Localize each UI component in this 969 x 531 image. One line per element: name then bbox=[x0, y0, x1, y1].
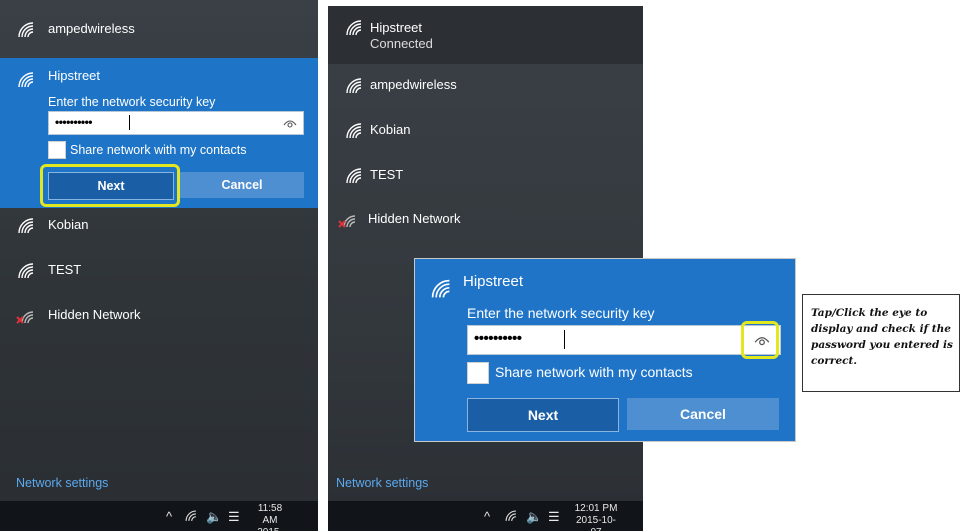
taskbar: ^ 🔈 ☰ 11:58 AM 2015-10-07 bbox=[0, 501, 318, 531]
wifi-icon bbox=[346, 78, 362, 94]
network-item-test[interactable]: TEST bbox=[328, 154, 643, 198]
network-tray-icon[interactable] bbox=[184, 509, 198, 523]
share-checkbox[interactable] bbox=[467, 362, 489, 384]
network-item-kobian[interactable]: Kobian bbox=[328, 109, 643, 153]
volume-icon[interactable]: 🔈 bbox=[526, 509, 542, 525]
taskbar: ^ 🔈 ☰ 12:01 PM 2015-10-07 bbox=[328, 501, 643, 531]
network-tray-icon[interactable] bbox=[504, 509, 518, 523]
chevron-up-icon[interactable]: ^ bbox=[166, 509, 172, 524]
network-name: Hidden Network bbox=[368, 211, 461, 226]
wifi-icon bbox=[18, 263, 34, 279]
clock-date: 2015-10-07 bbox=[575, 515, 617, 531]
network-item-hidden[interactable]: Hidden Network bbox=[0, 294, 318, 338]
action-center-icon[interactable]: ☰ bbox=[228, 509, 240, 525]
security-key-input[interactable]: •••••••••• bbox=[48, 111, 304, 135]
wifi-icon bbox=[18, 72, 34, 88]
next-button-highlight bbox=[40, 164, 180, 207]
network-name: Hipstreet bbox=[48, 68, 101, 83]
clock[interactable]: 12:01 PM 2015-10-07 bbox=[572, 503, 620, 531]
network-name: ampedwireless bbox=[48, 21, 135, 36]
wifi-icon bbox=[18, 218, 34, 234]
security-key-input[interactable]: •••••••••• bbox=[467, 325, 781, 355]
network-name: TEST bbox=[370, 167, 404, 182]
network-name: Hipstreet bbox=[463, 273, 524, 290]
network-name: Kobian bbox=[48, 217, 89, 232]
security-key-prompt: Enter the network security key bbox=[467, 305, 655, 321]
network-name: Kobian bbox=[370, 122, 411, 137]
password-mask: •••••••••• bbox=[55, 115, 93, 129]
instruction-note-text: Tap/Click the eye to display and check i… bbox=[811, 307, 953, 367]
share-checkbox[interactable] bbox=[48, 141, 66, 159]
security-key-zoom-callout: Hipstreet Enter the network security key… bbox=[414, 258, 796, 442]
password-mask: •••••••••• bbox=[474, 330, 522, 347]
text-caret bbox=[564, 330, 565, 349]
cancel-button[interactable]: Cancel bbox=[627, 398, 779, 430]
selected-network-panel: Hipstreet Enter the network security key… bbox=[0, 58, 318, 208]
wifi-icon bbox=[18, 22, 34, 38]
action-center-icon[interactable]: ☰ bbox=[548, 509, 560, 525]
share-checkbox-label: Share network with my contacts bbox=[70, 143, 247, 157]
wifi-icon bbox=[346, 20, 362, 36]
next-button[interactable]: Next bbox=[467, 398, 619, 432]
connected-network-item[interactable]: Hipstreet Connected bbox=[328, 6, 643, 64]
network-settings-link[interactable]: Network settings bbox=[336, 476, 428, 490]
instruction-note: Tap/Click the eye to display and check i… bbox=[802, 294, 960, 392]
network-name: ampedwireless bbox=[370, 77, 457, 92]
eye-icon-highlight bbox=[741, 321, 779, 359]
network-name: Hidden Network bbox=[48, 307, 141, 322]
chevron-up-icon[interactable]: ^ bbox=[484, 509, 490, 524]
wifi-secured-error-icon bbox=[16, 311, 34, 324]
wifi-icon bbox=[346, 123, 362, 139]
network-item-test[interactable]: TEST bbox=[0, 249, 318, 293]
network-item-ampedwireless[interactable]: ampedwireless bbox=[0, 8, 318, 52]
clock-time: 12:01 PM bbox=[574, 503, 618, 514]
text-caret bbox=[129, 115, 130, 130]
network-item-ampedwireless[interactable]: ampedwireless bbox=[328, 64, 643, 108]
network-settings-link[interactable]: Network settings bbox=[16, 476, 108, 490]
clock-time: 11:58 AM bbox=[257, 503, 283, 526]
left-network-flyout: ampedwireless Hipstreet Enter the networ… bbox=[0, 0, 318, 531]
connection-status: Connected bbox=[370, 36, 433, 51]
volume-icon[interactable]: 🔈 bbox=[206, 509, 222, 525]
clock-date: 2015-10-07 bbox=[250, 527, 290, 531]
wifi-icon bbox=[431, 279, 450, 298]
network-item-kobian[interactable]: Kobian bbox=[0, 204, 318, 248]
clock[interactable]: 11:58 AM 2015-10-07 bbox=[250, 503, 290, 531]
network-name: Hipstreet bbox=[370, 20, 423, 35]
network-name: TEST bbox=[48, 262, 82, 277]
cancel-button[interactable]: Cancel bbox=[180, 172, 304, 198]
wifi-secured-error-icon bbox=[338, 215, 356, 228]
eye-reveal-icon[interactable] bbox=[283, 117, 297, 129]
network-item-hidden[interactable]: Hidden Network bbox=[328, 198, 643, 242]
share-checkbox-label: Share network with my contacts bbox=[495, 364, 693, 380]
security-key-prompt: Enter the network security key bbox=[48, 95, 216, 109]
wifi-icon bbox=[346, 168, 362, 184]
